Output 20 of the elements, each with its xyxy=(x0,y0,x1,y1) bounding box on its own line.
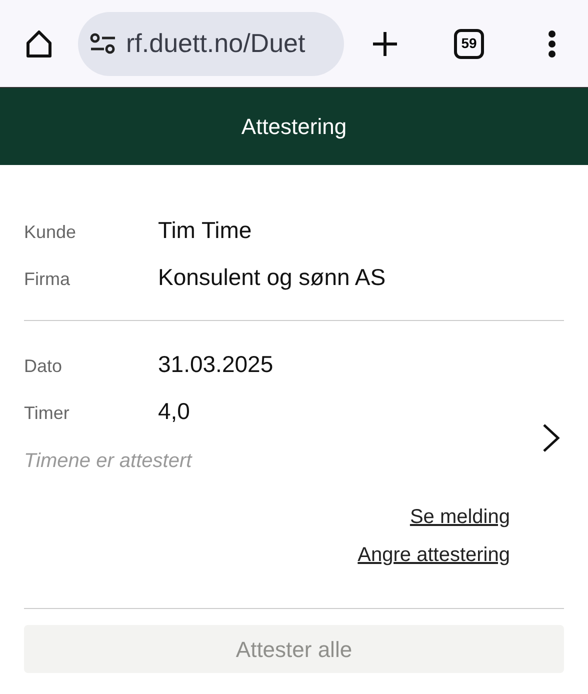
address-bar[interactable]: rf.duett.no/Duet xyxy=(78,12,344,76)
chevron-right-icon[interactable] xyxy=(542,423,560,453)
link[interactable]: Angre attestering xyxy=(358,540,510,570)
home-icon[interactable] xyxy=(24,28,54,58)
field-label: Kunde xyxy=(24,221,78,244)
field-value: 4,0 xyxy=(158,396,190,426)
more-icon[interactable] xyxy=(547,30,557,58)
link[interactable]: Se melding xyxy=(410,502,510,532)
field-value: Konsulent og sønn AS xyxy=(158,262,386,292)
field-value: Tim Time xyxy=(158,216,252,245)
status-text: Timene er attestert xyxy=(24,449,194,474)
field-value: 31.03.2025 xyxy=(158,350,274,379)
page-title: Attestering xyxy=(241,113,347,141)
tune-icon[interactable] xyxy=(90,32,116,54)
tab-count[interactable]: 59 xyxy=(454,28,484,58)
field-label: Dato xyxy=(24,355,64,378)
field-label: Firma xyxy=(24,268,71,290)
url-text: rf.duett.no/Duet xyxy=(126,27,306,60)
plus-icon[interactable] xyxy=(372,30,398,56)
field-label: Timer xyxy=(24,402,70,424)
